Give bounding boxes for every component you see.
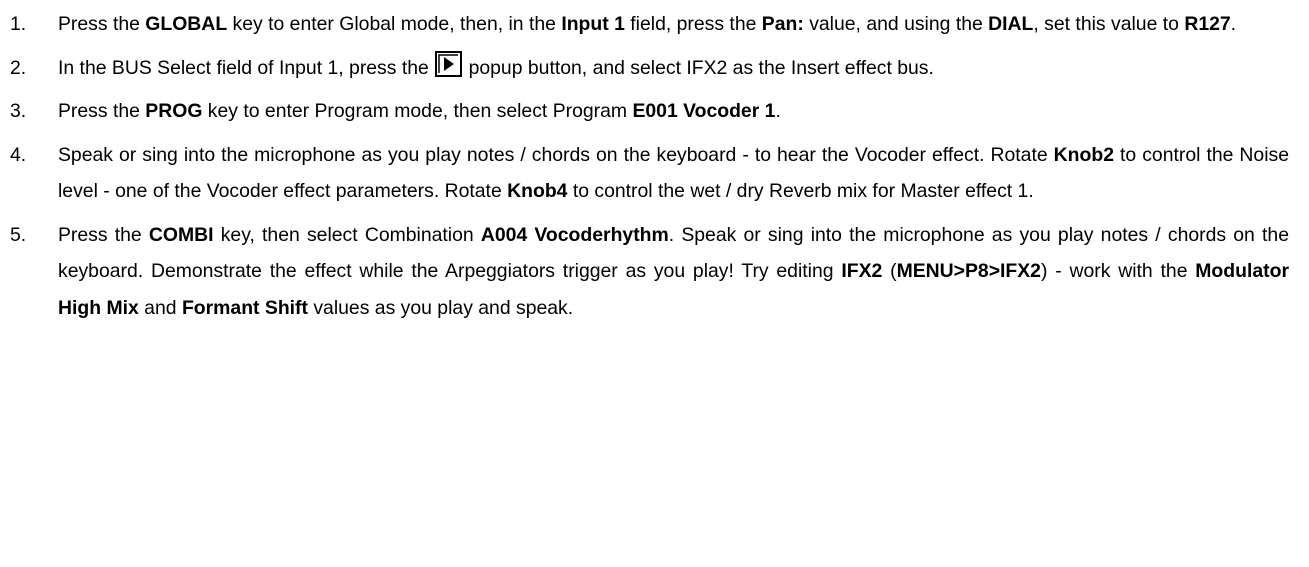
popup-button-icon [435, 50, 463, 77]
instruction-step-2: 2. In the BUS Select field of Input 1, pr… [10, 50, 1289, 87]
text-run: Press the [58, 13, 146, 35]
bold-term: R127 [1184, 13, 1231, 35]
instruction-step-5: 5. Press the COMBI key, then select Combi… [10, 217, 1289, 327]
text-run: , set this value to [1033, 13, 1185, 35]
bold-term: PROG [145, 100, 203, 122]
text-run: key to enter Global mode, then, in the [227, 13, 562, 35]
text-run: popup button, and select IFX2 as the Ins… [463, 56, 934, 79]
text-run: and [138, 296, 182, 319]
step-text: Press the GLOBAL key to enter Global mod… [58, 13, 1236, 35]
text-run: ( [882, 260, 897, 282]
bold-term: DIAL [988, 13, 1034, 35]
bold-term: IFX2 [841, 260, 883, 282]
bold-term: Formant Shift [181, 296, 308, 319]
step-text: Press the PROG key to enter Program mode… [58, 100, 781, 122]
instruction-step-1: 1. Press the GLOBAL key to enter Global m… [10, 6, 1289, 43]
text-run: Press the [58, 223, 149, 246]
step-number: 3. [10, 100, 27, 122]
text-run: key to enter Program mode, then select P… [202, 100, 633, 122]
text-run: In the BUS Select field of Input 1, pres… [58, 56, 435, 79]
instruction-list: 1. Press the GLOBAL key to enter Global m… [10, 6, 1289, 326]
text-run: values as you play and speak. [307, 296, 574, 319]
bold-term: MENU>P8>IFX2 [896, 260, 1041, 282]
text-run: . [1230, 13, 1237, 35]
text-run: Press the [58, 100, 146, 122]
bold-term: A004 Vocoderhythm [480, 223, 669, 246]
step-number: 2. [10, 56, 27, 79]
bold-term: Pan: [761, 13, 804, 35]
text-run: key, then select Combination [213, 223, 481, 246]
text-run: . [775, 100, 781, 122]
instruction-step-3: 3. Press the PROG key to enter Program mo… [10, 93, 1289, 130]
bold-term: COMBI [148, 223, 214, 246]
step-text: Press the COMBI key, then select Combina… [58, 224, 1289, 319]
text-run: field, press the [624, 13, 762, 35]
bold-term: Knob2 [1053, 143, 1114, 166]
text-run: ) - work with the [1040, 260, 1196, 282]
instruction-step-4: 4. Speak or sing into the microphone as y… [10, 137, 1289, 210]
text-run: value, and using the [803, 13, 989, 35]
step-text: In the BUS Select field of Input 1, pres… [58, 50, 934, 79]
step-number: 4. [10, 143, 27, 166]
step-number: 1. [10, 13, 27, 35]
document-page: 1. Press the GLOBAL key to enter Global m… [0, 0, 1309, 567]
text-run: Speak or sing into the microphone as you… [58, 143, 1054, 166]
bold-term: GLOBAL [145, 13, 228, 35]
step-text: Speak or sing into the microphone as you… [58, 144, 1289, 203]
bold-term: Knob4 [507, 180, 568, 202]
bold-term: E001 Vocoder 1 [632, 100, 776, 122]
bold-term: Input 1 [561, 13, 625, 35]
text-run: to control the wet / dry Reverb mix for … [567, 180, 1034, 202]
step-number: 5. [10, 223, 27, 246]
